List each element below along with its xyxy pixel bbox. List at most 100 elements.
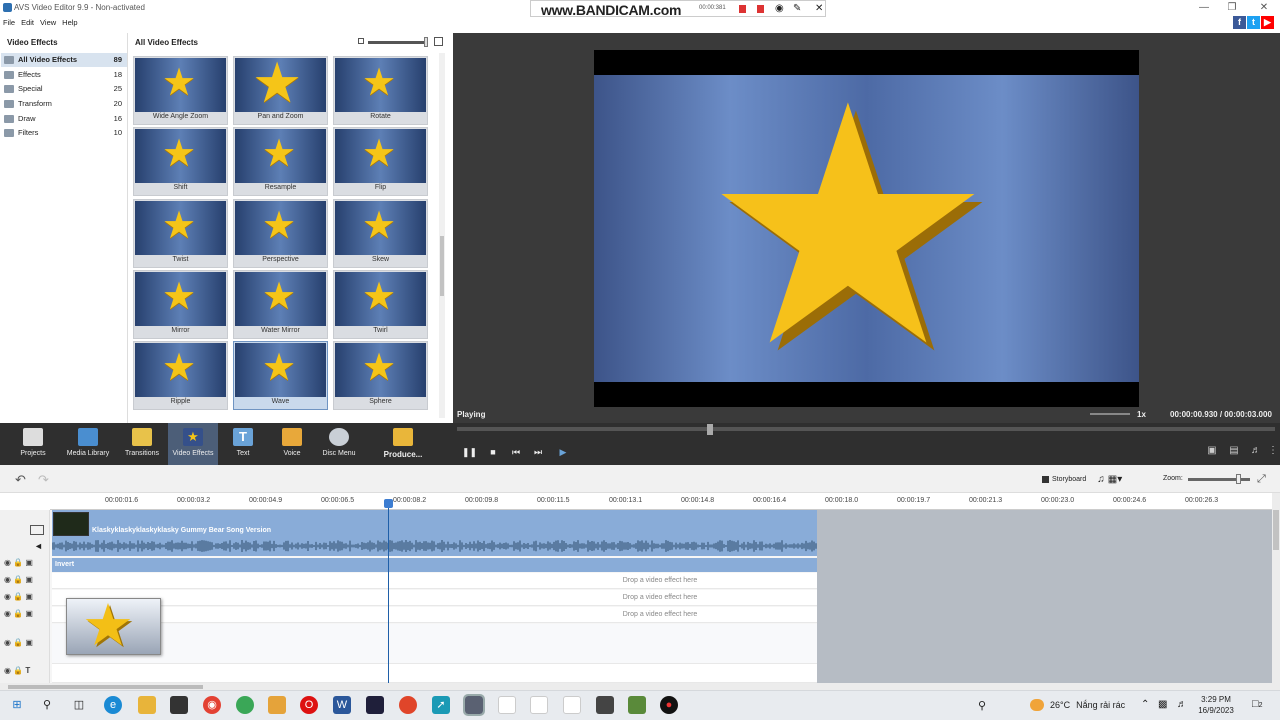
document-icon-2[interactable] <box>530 696 548 714</box>
thumb-size-slider-handle[interactable] <box>424 37 428 47</box>
notifications-icon[interactable]: □2 <box>1252 698 1263 710</box>
text-track[interactable] <box>52 664 817 683</box>
playhead[interactable] <box>388 500 389 683</box>
effect-clip-invert[interactable] <box>52 558 817 572</box>
category-filters[interactable]: Filters 10 <box>1 126 127 140</box>
effect-tile-water-mirror[interactable]: ★ Water Mirror <box>233 270 328 339</box>
stop-icon[interactable]: ■ <box>486 447 500 457</box>
avs-video-editor-icon[interactable] <box>463 694 485 716</box>
effect-track-1[interactable]: Drop a video effect here <box>52 573 817 589</box>
category-effects[interactable]: Effects 18 <box>1 68 127 82</box>
transitions-button[interactable]: Transitions <box>117 423 167 465</box>
pen-icon[interactable]: ✎ <box>793 3 801 14</box>
effect-track-controls[interactable]: ◉ 🔒 ▣ <box>4 558 33 567</box>
grid-scrollbar-thumb[interactable] <box>440 236 444 296</box>
app-green-icon[interactable] <box>236 696 254 714</box>
previous-frame-icon[interactable]: ⏮ <box>509 447 523 458</box>
effect-tile-twist[interactable]: ★ Twist <box>133 199 228 268</box>
effect-tile-shift[interactable]: ★ Shift <box>133 127 228 196</box>
category-draw[interactable]: Draw 16 <box>1 112 127 126</box>
firefox-icon[interactable] <box>399 696 417 714</box>
large-thumb-icon[interactable] <box>434 37 443 46</box>
word-icon[interactable]: W <box>333 696 351 714</box>
chrome-icon[interactable]: ◉ <box>203 696 221 714</box>
fit-timeline-icon[interactable]: ⤢ <box>1257 473 1266 486</box>
effect-tile-twirl[interactable]: ★ Twirl <box>333 270 428 339</box>
timeline-ruler[interactable] <box>50 493 1272 510</box>
menu-help[interactable]: Help <box>62 18 77 27</box>
close-recorder-icon[interactable]: ✕ <box>815 3 823 14</box>
minecraft-icon[interactable] <box>628 696 646 714</box>
playback-speed[interactable]: 1x <box>1137 410 1146 419</box>
effect-tile-rotate[interactable]: ★ Rotate <box>333 56 428 125</box>
effect-track-controls[interactable]: ◉ 🔒 ▣ <box>4 592 33 601</box>
document-icon[interactable] <box>498 696 516 714</box>
menu-view[interactable]: View <box>40 18 56 27</box>
minimize-button[interactable]: — <box>1192 1 1216 15</box>
timeline-horizontal-scrollbar-thumb[interactable] <box>8 685 203 689</box>
tray-chevron-icon[interactable]: ⌃ <box>1141 699 1149 710</box>
voice-button[interactable]: Voice <box>267 423 317 465</box>
stop-record-icon[interactable] <box>757 5 764 13</box>
photos-icon[interactable] <box>268 696 286 714</box>
zoom-slider-handle[interactable] <box>1236 474 1241 484</box>
opera-icon[interactable]: O <box>300 696 318 714</box>
edge-icon[interactable]: e <box>104 696 122 714</box>
playhead-handle[interactable] <box>384 499 393 508</box>
audio-icon[interactable]: ♫ <box>1097 474 1105 485</box>
close-button[interactable]: ✕ <box>1252 1 1276 15</box>
effect-track-3[interactable]: Drop a video effect here <box>52 607 817 623</box>
effect-tile-resample[interactable]: ★ Resample <box>233 127 328 196</box>
speaker-icon[interactable]: ♬ <box>1177 699 1187 710</box>
redo-icon[interactable]: ↷ <box>38 472 49 488</box>
category-all-video-effects[interactable]: All Video Effects 89 <box>1 53 127 67</box>
small-thumb-icon[interactable] <box>358 38 364 44</box>
effect-track-controls[interactable]: ◉ 🔒 ▣ <box>4 575 33 584</box>
overlay-track[interactable] <box>52 624 817 664</box>
roblox-icon[interactable] <box>596 696 614 714</box>
restore-button[interactable]: ❐ <box>1220 1 1244 15</box>
fullscreen-icon[interactable]: ▤ <box>1227 445 1241 456</box>
disc-menu-button[interactable]: Disc Menu <box>314 423 364 465</box>
undo-icon[interactable]: ↶ <box>15 472 26 488</box>
volume-icon[interactable]: ♬ <box>1249 445 1263 456</box>
youtube-icon[interactable]: ▶ <box>1261 16 1274 29</box>
file-explorer-icon[interactable] <box>138 696 156 714</box>
effect-tile-skew[interactable]: ★ Skew <box>333 199 428 268</box>
more-icon[interactable]: ⋮ <box>1266 445 1280 456</box>
play-range-icon[interactable]: ▶ <box>556 447 570 458</box>
produce-button[interactable]: Produce... <box>378 423 428 465</box>
projects-button[interactable]: Projects <box>8 423 58 465</box>
camera-icon[interactable]: ◉ <box>775 3 784 14</box>
media-app-icon[interactable] <box>366 696 384 714</box>
menu-file[interactable]: File <box>3 18 15 27</box>
video-effects-button[interactable]: ★ Video Effects <box>168 423 218 465</box>
pause-record-icon[interactable] <box>739 5 746 13</box>
people-icon[interactable]: ⚲ <box>978 699 986 712</box>
next-frame-icon[interactable]: ⏭ <box>531 447 545 458</box>
twitter-icon[interactable]: t <box>1247 16 1260 29</box>
network-icon[interactable]: ▩ <box>1158 699 1167 710</box>
menu-edit[interactable]: Edit <box>21 18 34 27</box>
overlay-track-controls[interactable]: ◉ 🔒 ▣ <box>4 638 33 647</box>
effect-tile-pan-and-zoom[interactable]: ★ Pan and Zoom <box>233 56 328 125</box>
task-view-icon[interactable]: ◫ <box>70 696 88 714</box>
snapshot-icon[interactable]: ▣ <box>1205 445 1219 456</box>
pause-icon[interactable]: ❚❚ <box>462 447 477 458</box>
effect-tile-ripple[interactable]: ★ Ripple <box>133 341 228 410</box>
timeline-vertical-scrollbar-thumb[interactable] <box>1273 510 1279 550</box>
effect-tile-perspective[interactable]: ★ Perspective <box>233 199 328 268</box>
seek-bar[interactable] <box>457 427 1275 431</box>
text-button[interactable]: T Text <box>218 423 268 465</box>
seek-handle[interactable] <box>707 424 713 435</box>
store-icon[interactable] <box>170 696 188 714</box>
effect-tile-sphere[interactable]: ★ Sphere <box>333 341 428 410</box>
text-track-controls[interactable]: ◉ 🔒 T <box>4 666 30 675</box>
effect-tile-mirror[interactable]: ★ Mirror <box>133 270 228 339</box>
preview-zoom-slider[interactable] <box>1090 413 1130 415</box>
thumb-size-slider[interactable] <box>368 41 426 44</box>
effect-tile-wide-angle-zoom[interactable]: ★ Wide Angle Zoom <box>133 56 228 125</box>
clock[interactable]: 3:29 PM 16/9/2023 <box>1198 694 1234 716</box>
search-icon[interactable]: ⚲ <box>38 696 56 714</box>
storyboard-toggle[interactable]: Storyboard ♫ ▦▾ <box>1042 474 1122 485</box>
